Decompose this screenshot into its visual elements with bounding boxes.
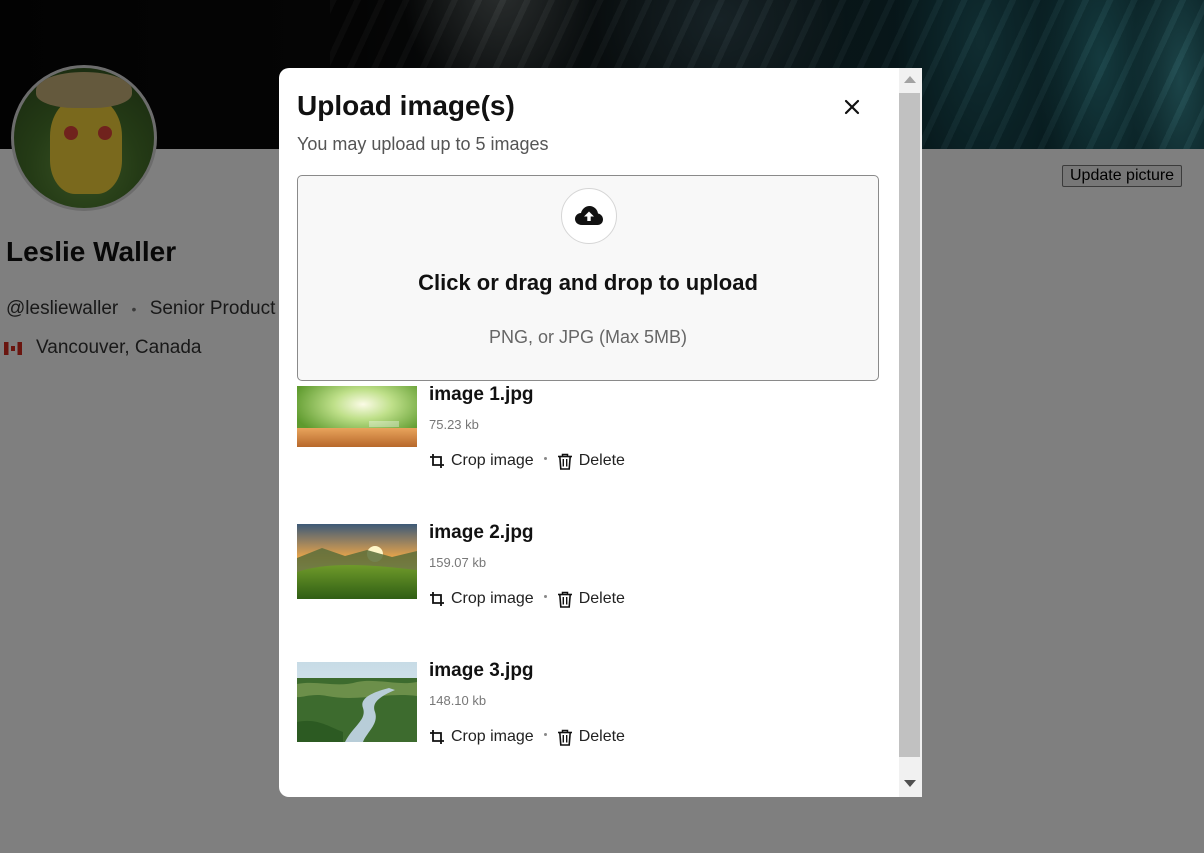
crop-label: Crop image — [451, 590, 534, 607]
upload-modal: Upload image(s) You may upload up to 5 i… — [279, 68, 922, 797]
file-name: image 3.jpg — [429, 660, 534, 681]
thumbnail-image-river-valley — [297, 662, 417, 742]
close-button[interactable] — [839, 94, 865, 120]
file-actions: Crop image Delete — [429, 452, 625, 470]
cloud-upload-icon — [575, 206, 603, 225]
crop-image-button[interactable]: Crop image — [429, 452, 534, 470]
scroll-up-arrow-icon[interactable] — [904, 76, 916, 83]
delete-label: Delete — [578, 590, 625, 607]
file-size: 159.07 kb — [429, 555, 487, 570]
file-actions: Crop image Delete — [429, 728, 625, 746]
file-item: image 1.jpg 75.23 kb Crop image Delete — [297, 384, 877, 506]
thumbnail-image-mountain-sunset — [297, 524, 417, 599]
modal-title: Upload image(s) — [297, 90, 515, 121]
upload-dropzone[interactable]: Click or drag and drop to upload PNG, or… — [297, 175, 879, 381]
file-name: image 2.jpg — [429, 522, 534, 543]
trash-icon — [557, 453, 572, 470]
trash-icon — [557, 729, 572, 746]
scrollbar-thumb[interactable] — [899, 93, 920, 757]
delete-button[interactable]: Delete — [557, 728, 625, 746]
dropzone-title: Click or drag and drop to upload — [418, 270, 758, 295]
delete-label: Delete — [578, 452, 625, 469]
delete-button[interactable]: Delete — [557, 590, 625, 608]
file-item: image 2.jpg 159.07 kb Crop image Delete — [297, 522, 877, 644]
scroll-down-arrow-icon[interactable] — [904, 780, 916, 787]
thumbnail-image-forest-table — [297, 386, 417, 447]
crop-icon — [430, 592, 444, 606]
file-item: image 3.jpg 148.10 kb Crop image Delete — [297, 660, 877, 782]
dropzone-hint: PNG, or JPG (Max 5MB) — [488, 327, 688, 347]
file-size: 75.23 kb — [429, 417, 479, 432]
delete-label: Delete — [578, 728, 625, 745]
crop-icon — [430, 454, 444, 468]
modal-subtitle: You may upload up to 5 images — [297, 134, 549, 154]
modal-scrollbar[interactable] — [899, 68, 922, 797]
crop-image-button[interactable]: Crop image — [429, 728, 534, 746]
trash-icon — [557, 591, 572, 608]
crop-label: Crop image — [451, 728, 534, 745]
file-name: image 1.jpg — [429, 384, 534, 405]
separator-dot — [543, 594, 547, 598]
file-actions: Crop image Delete — [429, 590, 625, 608]
close-icon — [844, 99, 860, 115]
delete-button[interactable]: Delete — [557, 452, 625, 470]
upload-icon-wrapper — [561, 188, 617, 244]
crop-image-button[interactable]: Crop image — [429, 590, 534, 608]
file-size: 148.10 kb — [429, 693, 487, 708]
separator-dot — [543, 456, 547, 460]
crop-label: Crop image — [451, 452, 534, 469]
file-thumbnail — [297, 386, 417, 447]
file-thumbnail — [297, 524, 417, 599]
file-thumbnail — [297, 662, 417, 742]
separator-dot — [543, 732, 547, 736]
crop-icon — [430, 730, 444, 744]
